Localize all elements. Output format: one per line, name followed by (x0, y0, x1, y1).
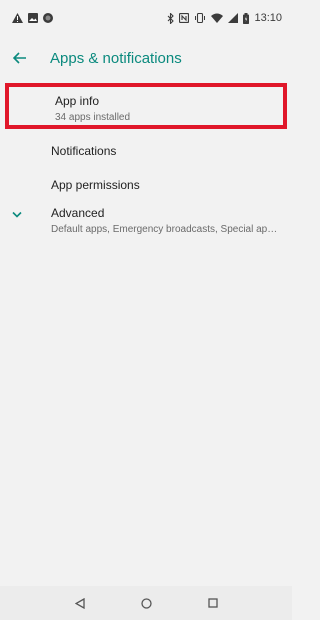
notifications-label: Notifications (51, 144, 117, 158)
app-info-label: App info (55, 94, 100, 108)
battery-icon (243, 12, 250, 24)
wifi-icon (211, 13, 224, 23)
nav-home-icon[interactable] (140, 597, 152, 609)
app-info-summary: 34 apps installed (55, 112, 131, 123)
notifications-item[interactable]: Notifications (0, 134, 292, 168)
advanced-item[interactable]: Advanced Default apps, Emergency broadca… (0, 202, 292, 250)
status-left (12, 13, 53, 23)
signal-icon (228, 13, 239, 23)
nav-back-icon[interactable] (74, 597, 85, 609)
back-arrow-icon (13, 52, 27, 64)
settings-list: App info 34 apps installed Notifications… (0, 80, 292, 250)
navigation-bar (0, 586, 292, 620)
app-permissions-label: App permissions (51, 178, 140, 192)
status-right: 13:10 (167, 12, 282, 24)
image-icon (28, 13, 38, 23)
status-bar: 13:10 (0, 0, 292, 36)
app-info-item[interactable]: App info 34 apps installed (5, 83, 287, 129)
page-title: Apps & notifications (50, 49, 182, 67)
nav-recents-icon[interactable] (207, 598, 218, 608)
warning-icon (12, 13, 23, 23)
advanced-summary: Default apps, Emergency broadcasts, Spec… (51, 224, 292, 235)
app-bar: Apps & notifications (0, 36, 292, 80)
vibrate-icon (194, 13, 206, 23)
circle-icon (43, 13, 53, 23)
advanced-label: Advanced (51, 206, 105, 220)
app-permissions-item[interactable]: App permissions (0, 168, 292, 202)
nfc-icon (179, 13, 190, 23)
bluetooth-icon (167, 12, 175, 24)
back-button[interactable] (0, 36, 40, 80)
chevron-down-icon (12, 211, 22, 218)
status-time: 13:10 (254, 12, 282, 24)
